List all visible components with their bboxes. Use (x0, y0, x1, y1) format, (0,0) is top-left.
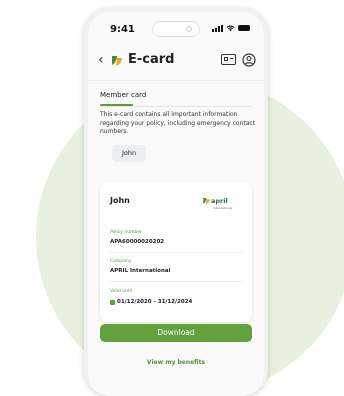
brand-name: april (211, 197, 228, 205)
view-benefits-link[interactable]: View my benefits (88, 359, 264, 366)
phone-frame: 9:41 ‹ E-card Member card This e-card co… (84, 8, 268, 396)
april-logo: april International (202, 196, 242, 214)
valid-until-value: 01/12/2020 - 31/12/2024 (117, 299, 193, 305)
status-time: 9:41 (110, 24, 135, 35)
policy-number-label: Policy number (110, 230, 142, 235)
tab-track (100, 106, 252, 107)
field-divider (110, 281, 242, 282)
page-title: E-card (128, 52, 175, 67)
profile-icon[interactable] (242, 53, 256, 67)
status-bar: 9:41 (88, 12, 264, 44)
company-value: APRIL International (110, 268, 171, 274)
field-divider (110, 252, 242, 253)
card-holder-name: John (110, 196, 130, 205)
phone-screen: 9:41 ‹ E-card Member card This e-card co… (88, 12, 264, 396)
brand-tagline: International (213, 206, 233, 210)
member-e-card: John april International Policy number A… (100, 182, 252, 322)
check-icon (110, 300, 115, 305)
signal-icon (212, 25, 223, 32)
valid-until-label: Valid until (110, 289, 133, 294)
camera-dot (186, 26, 192, 32)
april-leaf-icon (112, 56, 122, 66)
status-icons (212, 24, 250, 32)
header-divider (88, 80, 264, 81)
april-leaf-icon (203, 197, 210, 205)
id-card-icon[interactable] (221, 54, 236, 65)
download-button[interactable]: Download (100, 324, 252, 342)
tab-member-card[interactable]: Member card (100, 91, 146, 99)
dynamic-island (152, 21, 200, 37)
battery-icon (238, 25, 250, 31)
policy-number-value: APA60000020202 (110, 239, 165, 245)
chevron-left-icon[interactable]: ‹ (98, 52, 104, 68)
member-chip[interactable]: John (112, 145, 147, 162)
wifi-icon (226, 25, 235, 32)
card-description: This e-card contains all important infor… (100, 111, 256, 135)
company-label: Company (110, 259, 132, 264)
nav-bar: ‹ E-card (88, 50, 264, 72)
